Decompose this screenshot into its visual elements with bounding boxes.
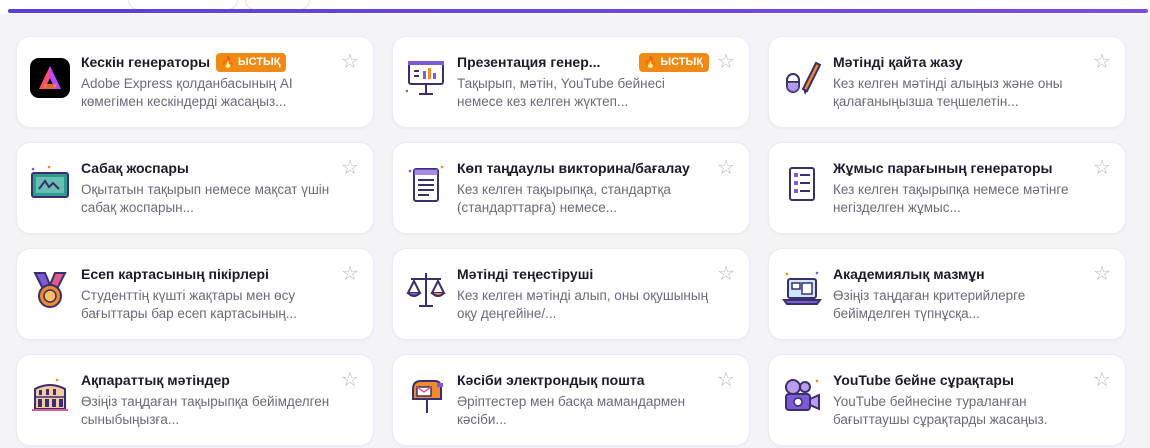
video-camera-icon <box>781 375 823 417</box>
card-description: YouTube бейнесіне тураланған бағыттаушы … <box>833 394 1048 427</box>
card-title: Мәтінді қайта жазу <box>833 54 963 70</box>
favorite-star-icon[interactable]: ☆ <box>339 263 361 285</box>
favorite-star-icon[interactable]: ☆ <box>339 51 361 73</box>
favorite-star-icon[interactable]: ☆ <box>715 157 737 179</box>
hot-badge: 🔥 ЫСТЫҚ <box>638 52 709 72</box>
card-title: Мәтінді теңестіруші <box>457 266 594 282</box>
card-title: Ақпараттық мәтіндер <box>81 372 230 388</box>
card-title: Сабақ жоспары <box>81 160 189 176</box>
mailbox-icon <box>405 375 447 417</box>
hot-badge-label: ЫСТЫҚ <box>237 56 281 68</box>
card-description: Кез келген тақырыпқа, стандартқа (станда… <box>457 182 671 215</box>
tool-card-presentation-generator[interactable]: Презентация генер... 🔥 ЫСТЫҚ Тақырып, мәт… <box>392 36 750 128</box>
card-title: Көп таңдаулы викторина/бағалау <box>457 160 690 176</box>
favorite-star-icon[interactable]: ☆ <box>1091 51 1113 73</box>
accent-divider <box>8 9 1148 13</box>
tool-card-image-generator[interactable]: Кескін генераторы 🔥 ЫСТЫҚ Adobe Express қ… <box>16 36 374 128</box>
card-description: Әріптестер мен басқа мамандармен кәсіби.… <box>457 394 686 427</box>
card-title: YouTube бейне сұрақтары <box>833 372 1014 388</box>
card-title: Академиялық мазмұн <box>833 266 985 282</box>
favorite-star-icon[interactable]: ☆ <box>715 263 737 285</box>
colosseum-icon <box>29 375 71 417</box>
card-title: Кәсіби электрондық пошта <box>457 372 645 388</box>
tool-card-professional-email[interactable]: Кәсіби электрондық пошта Әріптестер мен … <box>392 354 750 446</box>
card-description: Кез келген мәтінді алып, оны оқушының оқ… <box>457 288 709 321</box>
card-description: Өзіңіз таңдаған критерийлерге бейімделге… <box>833 288 1026 321</box>
laptop-icon <box>781 269 823 311</box>
tool-card-multiple-choice-quiz[interactable]: Көп таңдаулы викторина/бағалау Кез келге… <box>392 142 750 234</box>
card-description: Кез келген тақырыпқа немесе мәтінге негі… <box>833 182 1069 215</box>
tool-card-youtube-video-questions[interactable]: YouTube бейне сұрақтары YouTube бейнесін… <box>768 354 1126 446</box>
tool-card-lesson-plan[interactable]: Сабақ жоспары Оқытатын тақырып немесе ма… <box>16 142 374 234</box>
medal-icon <box>29 269 71 311</box>
worksheet-icon <box>781 163 823 205</box>
fire-icon: 🔥 <box>643 56 658 69</box>
card-description: Тақырып, мәтін, YouTube бейнесі немесе к… <box>457 76 665 109</box>
tool-card-text-leveler[interactable]: Мәтінді теңестіруші Кез келген мәтінді а… <box>392 248 750 340</box>
card-description: Оқытатын тақырып немесе мақсат үшін саба… <box>81 182 330 215</box>
tool-card-worksheet-generator[interactable]: Жұмыс парағының генераторы Кез келген та… <box>768 142 1126 234</box>
card-title: Жұмыс парағының генераторы <box>833 160 1053 176</box>
fire-icon: 🔥 <box>221 56 235 69</box>
presentation-board-icon <box>405 57 447 99</box>
chalkboard-icon <box>29 163 71 205</box>
card-title: Есеп картасының пікірлері <box>81 266 269 282</box>
card-description: Кез келген мәтінді алыңыз және оны қалағ… <box>833 76 1063 109</box>
favorite-star-icon[interactable]: ☆ <box>1091 369 1113 391</box>
pencil-eraser-icon <box>781 57 823 99</box>
tool-card-report-card-comments[interactable]: Есеп картасының пікірлері Студенттің күш… <box>16 248 374 340</box>
favorite-star-icon[interactable]: ☆ <box>339 157 361 179</box>
tools-grid: Кескін генераторы 🔥 ЫСТЫҚ Adobe Express қ… <box>16 36 1126 446</box>
tool-card-informational-texts[interactable]: Ақпараттық мәтіндер Өзіңіз таңдаған тақы… <box>16 354 374 446</box>
favorite-star-icon[interactable]: ☆ <box>1091 157 1113 179</box>
card-description: Өзіңіз таңдаған тақырыпқа бейімделген сы… <box>81 394 330 427</box>
balance-scale-icon <box>405 269 447 311</box>
favorite-star-icon[interactable]: ☆ <box>715 369 737 391</box>
card-title: Кескін генераторы <box>81 54 211 70</box>
adobe-express-icon <box>29 57 71 99</box>
card-title: Презентация генер... <box>457 54 601 70</box>
hot-badge: 🔥 ЫСТЫҚ <box>216 52 287 72</box>
card-description: Студенттің күшті жақтары мен өсу бағытта… <box>81 288 298 321</box>
tool-card-text-rewriter[interactable]: Мәтінді қайта жазу Кез келген мәтінді ал… <box>768 36 1126 128</box>
hot-badge-label: ЫСТЫҚ <box>660 56 703 68</box>
card-description: Adobe Express қолданбасының AI көмегімен… <box>81 76 293 109</box>
quiz-document-icon <box>405 163 447 205</box>
favorite-star-icon[interactable]: ☆ <box>715 51 737 73</box>
tool-card-academic-content[interactable]: Академиялық мазмұн Өзіңіз таңдаған крите… <box>768 248 1126 340</box>
favorite-star-icon[interactable]: ☆ <box>1091 263 1113 285</box>
favorite-star-icon[interactable]: ☆ <box>339 369 361 391</box>
